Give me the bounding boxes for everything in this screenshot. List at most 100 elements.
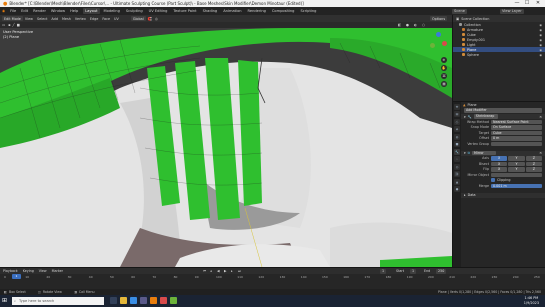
menu-view-timeline[interactable]: View: [39, 269, 47, 273]
modifier-name-field[interactable]: Mirror: [472, 150, 497, 156]
taskbar-clock[interactable]: 1:46 PM 1/9/2023: [524, 296, 539, 305]
tool-tab-icon[interactable]: ⚒: [454, 103, 460, 110]
workspace-tab-layout[interactable]: Layout: [83, 8, 100, 14]
bisect-z-toggle[interactable]: Z: [525, 161, 542, 166]
next-keyframe-icon[interactable]: ▸: [231, 269, 233, 273]
menu-uv[interactable]: UV: [114, 17, 119, 21]
blender-menu-icon[interactable]: ◉: [2, 9, 5, 13]
visibility-eye-icon[interactable]: ◉: [539, 38, 542, 42]
proportional-edit-icon[interactable]: ◎: [155, 17, 158, 21]
clipping-checkbox[interactable]: [491, 178, 495, 183]
workspace-tab-modeling[interactable]: Modeling: [102, 8, 122, 14]
minimize-button[interactable]: —: [512, 0, 522, 7]
axis-z-toggle[interactable]: Z: [525, 156, 542, 161]
blender-taskbar-icon[interactable]: [150, 297, 157, 304]
view-layer-selector[interactable]: View Layer: [500, 8, 524, 14]
workspace-tab-sculpting[interactable]: Sculpting: [124, 8, 145, 14]
browser-icon[interactable]: [130, 297, 137, 304]
windows-start-icon[interactable]: ⊞: [2, 297, 9, 304]
modifier-tab-icon[interactable]: 🔧: [454, 148, 460, 155]
menu-select[interactable]: Select: [37, 17, 47, 21]
current-frame-field[interactable]: 1: [380, 268, 387, 274]
add-modifier-button[interactable]: Add Modifier: [464, 108, 542, 113]
visibility-eye-icon[interactable]: ◉: [539, 48, 542, 52]
close-button[interactable]: ✕: [533, 0, 543, 7]
visibility-eye-icon[interactable]: ◉: [539, 23, 542, 27]
menu-edge[interactable]: Edge: [90, 17, 99, 21]
app-taskbar-icon-2[interactable]: [170, 297, 177, 304]
menu-window[interactable]: Window: [51, 9, 65, 13]
modifier-name-field[interactable]: Shrinkwrap: [473, 114, 498, 119]
offset-field[interactable]: 0 m: [491, 136, 542, 141]
menu-keying[interactable]: Keying: [23, 269, 34, 273]
menu-view[interactable]: View: [25, 17, 33, 21]
3d-viewport[interactable]: User Perspective (2) Plane ⊕ ✋ ⌘ ▦: [0, 28, 452, 267]
flip-x-toggle[interactable]: X: [491, 167, 508, 172]
vertex-group-field[interactable]: [491, 141, 542, 146]
start-frame-field[interactable]: 1: [410, 268, 417, 274]
face-select-icon[interactable]: ■: [17, 23, 20, 27]
end-frame-field[interactable]: 250: [436, 268, 447, 274]
flip-y-toggle[interactable]: Y: [508, 167, 525, 172]
outliner-item-sphere[interactable]: Sphere ◉: [453, 52, 545, 57]
app-taskbar-icon[interactable]: [160, 297, 167, 304]
axis-x-toggle[interactable]: X: [491, 156, 508, 161]
collapse-chevron-icon[interactable]: ▸: [464, 193, 466, 197]
edge-select-icon[interactable]: ╱: [13, 23, 15, 27]
modifier-close-icon[interactable]: ✕: [539, 115, 542, 119]
snap-icon[interactable]: 🧲: [148, 17, 152, 21]
menu-add[interactable]: Add: [51, 17, 58, 21]
prev-keyframe-icon[interactable]: ◂: [210, 269, 212, 273]
physics-tab-icon[interactable]: ◎: [454, 163, 460, 170]
navigation-gizmo[interactable]: [428, 32, 448, 52]
expand-chevron-icon[interactable]: ▾: [464, 115, 466, 119]
menu-mesh[interactable]: Mesh: [62, 17, 71, 21]
expand-chevron-icon[interactable]: ▾: [464, 151, 466, 155]
material-tab-icon[interactable]: ●: [454, 186, 460, 192]
menu-face[interactable]: Face: [102, 17, 110, 21]
xray-icon[interactable]: ◧: [398, 23, 401, 27]
axis-z-icon[interactable]: [436, 32, 441, 37]
workspace-tab-uv-editing[interactable]: UV Editing: [147, 8, 170, 14]
camera-view-icon[interactable]: ⌘: [441, 73, 447, 79]
visibility-eye-icon[interactable]: ◉: [539, 43, 542, 47]
taskbar-search-input[interactable]: ⌕ Type here to search: [12, 297, 104, 305]
transform-orientation-selector[interactable]: Global: [130, 16, 146, 21]
visibility-eye-icon[interactable]: ◉: [539, 53, 542, 57]
select-box-icon[interactable]: ▭: [2, 23, 5, 27]
maximize-button[interactable]: ☐: [522, 0, 532, 7]
particles-tab-icon[interactable]: ∴: [454, 156, 460, 162]
menu-marker[interactable]: Marker: [52, 269, 63, 273]
file-explorer-icon[interactable]: [120, 297, 127, 304]
menu-edit[interactable]: Edit: [21, 9, 28, 13]
render-tab-icon[interactable]: ▤: [454, 111, 460, 117]
menu-file[interactable]: File: [10, 9, 16, 13]
shading-material-icon[interactable]: ◐: [414, 23, 417, 27]
mode-selector[interactable]: Edit Mode: [2, 16, 23, 21]
shading-rendered-icon[interactable]: ○: [422, 23, 425, 27]
modifier-close-icon[interactable]: ✕: [539, 151, 542, 155]
mirror-object-field[interactable]: [491, 172, 542, 177]
play-icon[interactable]: ▶: [224, 269, 227, 273]
task-view-icon[interactable]: [110, 297, 117, 304]
jump-end-icon[interactable]: ⏭: [238, 269, 241, 273]
timeline-playhead[interactable]: 1: [12, 274, 21, 279]
bisect-x-toggle[interactable]: X: [491, 161, 508, 166]
bisect-y-toggle[interactable]: Y: [508, 161, 525, 166]
perspective-toggle-icon[interactable]: ▦: [441, 81, 447, 87]
options-dropdown[interactable]: Options: [430, 16, 448, 21]
constraints-tab-icon[interactable]: ⛓: [454, 171, 460, 177]
menu-vertex[interactable]: Vertex: [75, 17, 86, 21]
axis-y-icon[interactable]: [430, 43, 435, 48]
workspace-tab-texture-paint[interactable]: Texture Paint: [171, 8, 198, 14]
scene-selector[interactable]: Scene: [452, 8, 467, 14]
workspace-tab-compositing[interactable]: Compositing: [270, 8, 297, 14]
play-reverse-icon[interactable]: ◀: [217, 269, 220, 273]
data-tab-icon[interactable]: ▲: [454, 178, 460, 185]
menu-render[interactable]: Render: [33, 9, 46, 13]
axis-y-toggle[interactable]: Y: [508, 156, 525, 161]
zoom-view-icon[interactable]: ⊕: [441, 57, 447, 63]
jump-start-icon[interactable]: ⏮: [203, 269, 206, 273]
workspace-tab-animation[interactable]: Animation: [221, 8, 243, 14]
workspace-tab-scripting[interactable]: Scripting: [298, 8, 318, 14]
